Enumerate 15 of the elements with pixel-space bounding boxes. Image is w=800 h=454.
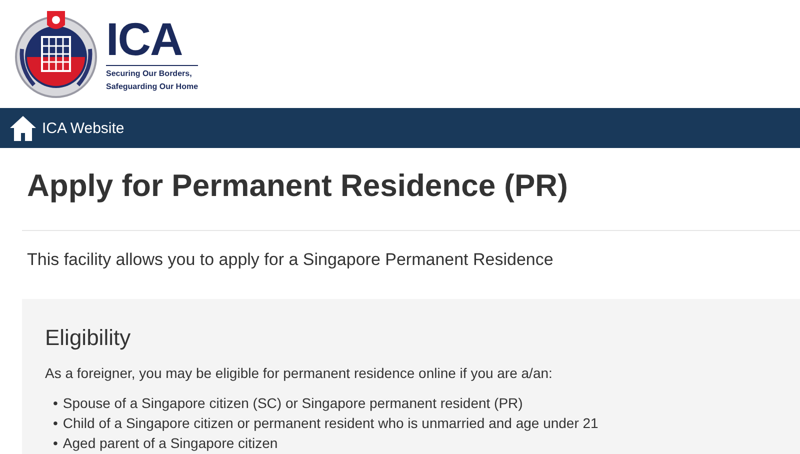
logo-text: ICA (106, 16, 198, 66)
nav-link[interactable]: ICA Website (42, 120, 124, 136)
eligibility-item: Child of a Singapore citizen or permanent resident who is unmarried and age under 21 (62, 414, 598, 433)
bullet: • (53, 434, 58, 453)
bullet: • (53, 394, 58, 413)
page-title: Apply for Permanent Residence (PR) (27, 167, 569, 205)
eligibility-item: Aged parent of a Singapore citizen (62, 434, 278, 453)
tagline: Safeguarding Our Home (106, 82, 198, 92)
home-icon[interactable] (10, 115, 36, 141)
bullet: • (53, 414, 58, 433)
eligibility-item: Spouse of a Singapore citizen (SC) or Singapore permanent resident (PR) (62, 394, 523, 413)
tagline: Securing Our Borders, (106, 69, 193, 79)
lead-text: As a foreigner, you may be eligible for permanent residence online if you are a/an: (45, 365, 554, 381)
section-heading: Eligibility (45, 325, 132, 351)
intro-text: This facility allows you to apply for a Singapore Permanent Residence (27, 249, 554, 271)
